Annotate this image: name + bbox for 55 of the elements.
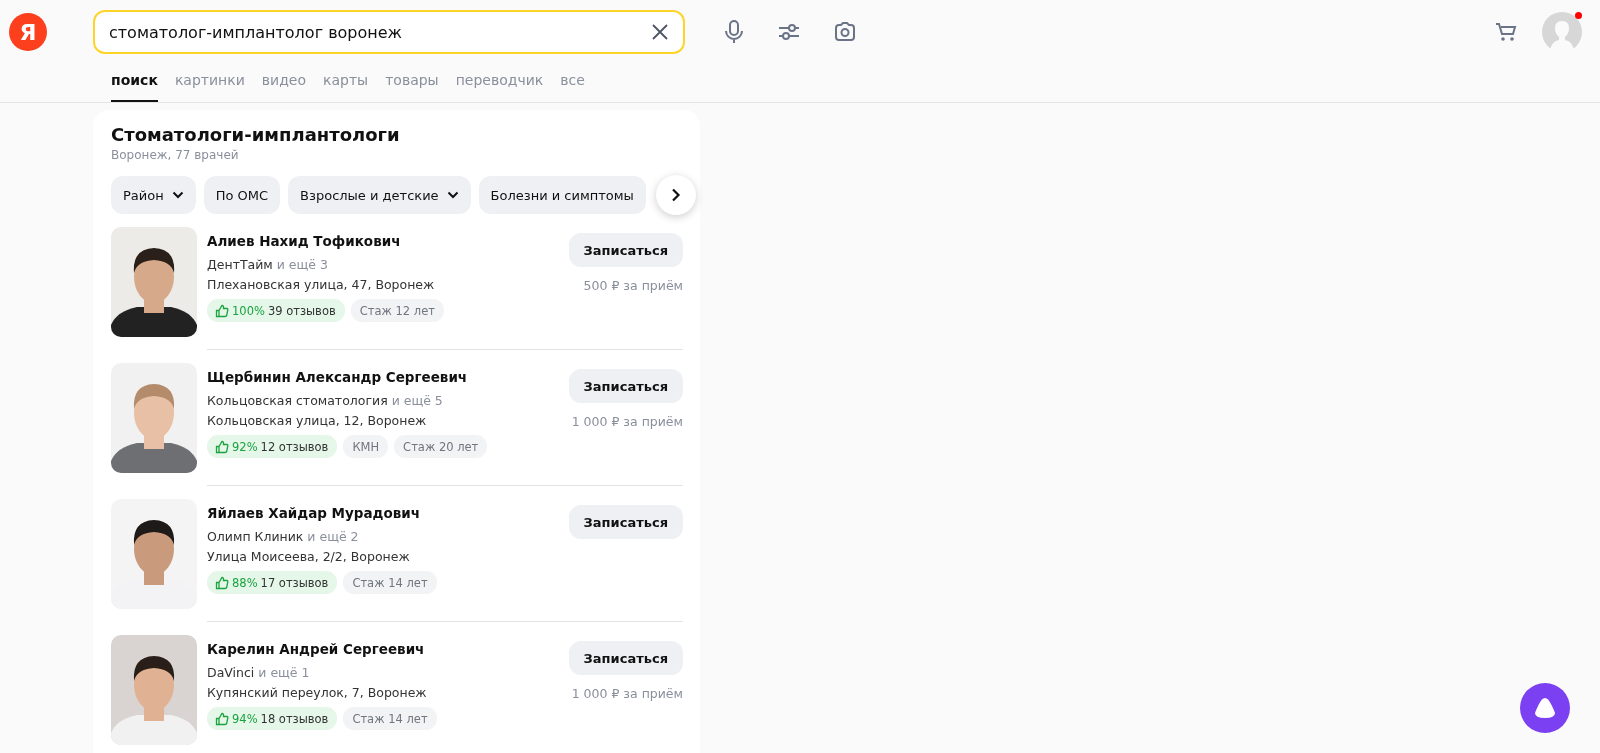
- more-clinics: и ещё 2: [307, 529, 359, 544]
- filter-chip[interactable]: По ОМС: [203, 176, 281, 214]
- thumbs-up-icon: [215, 439, 229, 454]
- book-button[interactable]: Записаться: [568, 233, 683, 267]
- rating-badge: 94% 18 отзывов: [207, 707, 338, 730]
- more-clinics: и ещё 3: [276, 257, 328, 272]
- clinic-name: DaVinci: [207, 665, 255, 680]
- thumbs-up-icon: [215, 303, 229, 318]
- camera-icon[interactable]: [833, 21, 857, 43]
- book-button[interactable]: Записаться: [568, 369, 683, 403]
- tab[interactable]: поиск: [111, 64, 158, 102]
- rating-badge: 100% 39 отзывов: [207, 299, 345, 322]
- microphone-icon[interactable]: [723, 19, 745, 45]
- tag: Стаж 20 лет: [394, 435, 488, 458]
- tag: Стаж 12 лет: [350, 299, 444, 322]
- card-subtitle: Воронеж, 77 врачей: [111, 148, 240, 162]
- chevron-right-icon: [671, 188, 681, 202]
- more-clinics: и ещё 1: [258, 665, 310, 680]
- filter-chip[interactable]: Район: [111, 176, 196, 214]
- address: Кольцовская улица, 12, Воронеж: [207, 413, 428, 428]
- clinic-name: ДентТайм: [207, 257, 273, 272]
- card-title: Стоматологи-имплантологи: [111, 124, 401, 145]
- settings-icon[interactable]: [777, 21, 801, 43]
- price: 1 000 ₽ за приём: [571, 686, 683, 701]
- rating-badge: 88% 17 отзывов: [207, 571, 338, 594]
- address: Купянский переулок, 7, Воронеж: [207, 685, 428, 700]
- filter-chip[interactable]: Болезни и симптомы: [478, 176, 646, 214]
- avatar-icon[interactable]: [1542, 12, 1582, 52]
- tag: КМН: [343, 435, 389, 458]
- clinic-name: Олимп Клиник: [207, 529, 304, 544]
- doctor-name[interactable]: Яйлаев Хайдар Мурадович: [207, 505, 569, 521]
- clinic-name: Кольцовская стоматология: [207, 393, 388, 408]
- next-button[interactable]: [656, 175, 696, 215]
- more-clinics: и ещё 5: [391, 393, 443, 408]
- doctor-name[interactable]: Карелин Андрей Сергеевич: [207, 641, 569, 657]
- voice-assistant-button[interactable]: [1520, 683, 1570, 733]
- logo[interactable]: Я: [9, 13, 47, 51]
- price: 500 ₽ за приём: [583, 278, 683, 293]
- search-field[interactable]: стоматолог-имплантолог воронеж: [93, 10, 685, 54]
- book-button[interactable]: Записаться: [568, 641, 683, 675]
- tag: Стаж 14 лет: [343, 571, 437, 594]
- thumbs-up-icon: [215, 575, 229, 590]
- price: 1 000 ₽ за приём: [571, 414, 683, 429]
- rating-badge: 92% 12 отзывов: [207, 435, 338, 458]
- filter-chip[interactable]: Взрослые и детские: [288, 176, 471, 214]
- address: Улица Моисеева, 2/2, Воронеж: [207, 549, 411, 564]
- address: Плехановская улица, 47, Воронеж: [207, 277, 436, 292]
- triangle-icon: [1533, 697, 1557, 719]
- cart-icon[interactable]: [1494, 21, 1518, 43]
- thumbs-up-icon: [215, 711, 229, 726]
- book-button[interactable]: Записаться: [568, 505, 683, 539]
- tag: Стаж 14 лет: [343, 707, 437, 730]
- doctor-name[interactable]: Алиев Нахид Тофикович: [207, 233, 569, 249]
- doctor-name[interactable]: Щербинин Александр Сергеевич: [207, 369, 569, 385]
- close-icon[interactable]: [651, 23, 669, 41]
